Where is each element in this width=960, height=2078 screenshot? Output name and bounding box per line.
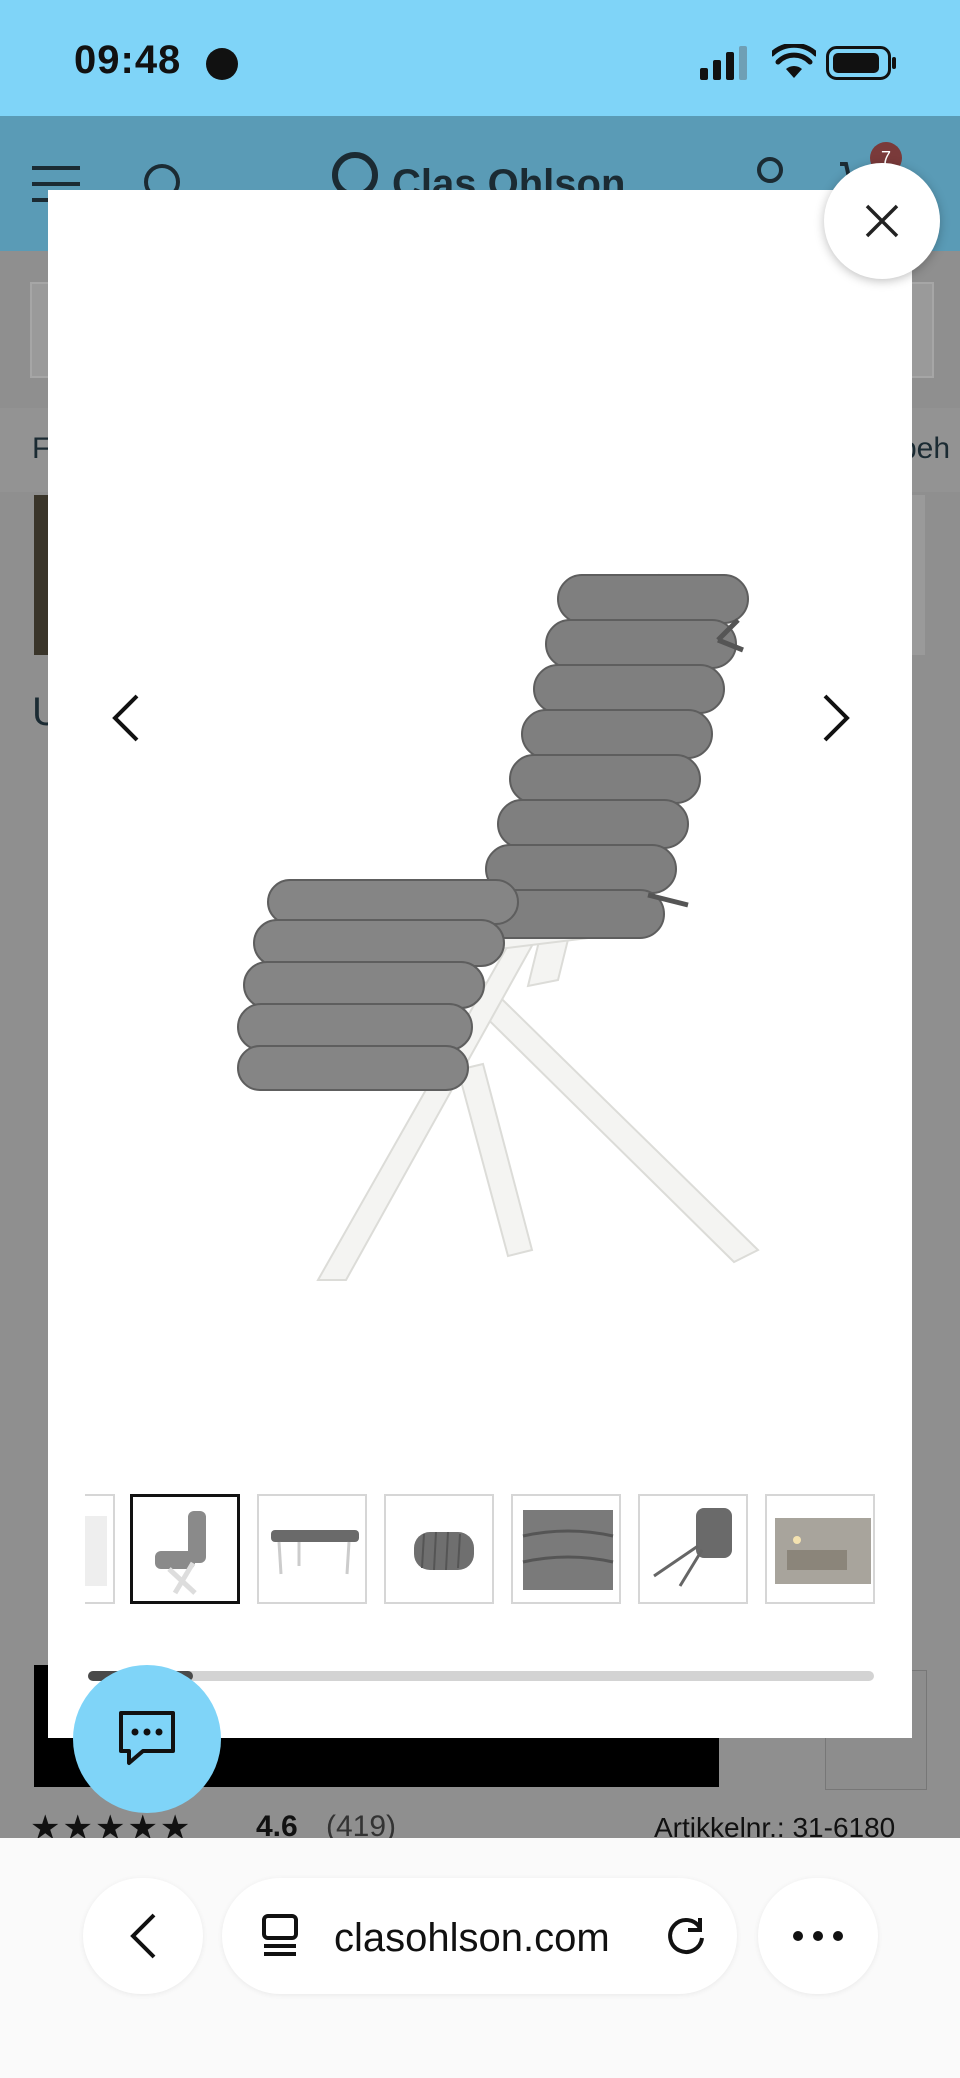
- thumbnail-lifestyle-scene: [775, 1518, 871, 1584]
- previous-image-button[interactable]: [96, 678, 156, 758]
- recording-indicator-icon: [206, 48, 238, 80]
- url-text: clasohlson.com: [334, 1916, 610, 1960]
- browser-back-button[interactable]: [83, 1878, 203, 1994]
- browser-more-button[interactable]: [758, 1878, 878, 1994]
- chat-button[interactable]: [73, 1665, 221, 1813]
- gallery-scrollbar[interactable]: [88, 1671, 874, 1681]
- close-icon: [865, 204, 899, 238]
- thumbnail-rolled-cushion: [414, 1531, 474, 1571]
- chevron-left-icon: [112, 694, 139, 742]
- wifi-icon: [772, 44, 816, 78]
- thumbnail-strip[interactable]: [85, 1494, 875, 1608]
- thumbnail-chair-partial: [85, 1516, 107, 1586]
- back-icon: [130, 1913, 156, 1959]
- product-main-image[interactable]: [198, 350, 848, 1380]
- clock: 09:48: [74, 38, 182, 82]
- status-bar: 09:48: [0, 0, 960, 116]
- thumbnail-item[interactable]: [85, 1494, 115, 1604]
- thumbnail-item[interactable]: [638, 1494, 748, 1604]
- reload-icon[interactable]: [664, 1914, 708, 1958]
- thumbnail-item[interactable]: [257, 1494, 367, 1604]
- cellular-signal-icon: [700, 46, 747, 80]
- more-icon: [793, 1931, 843, 1941]
- chevron-right-icon: [823, 694, 850, 742]
- close-button[interactable]: [824, 163, 940, 279]
- battery-icon: [826, 46, 896, 80]
- thumbnail-item[interactable]: [765, 1494, 875, 1604]
- tabs-icon: [262, 1914, 298, 1956]
- thumbnail-chair-with-cushion: [155, 1511, 206, 1595]
- thumbnail-bench-with-cushion: [271, 1530, 359, 1575]
- thumbnail-item[interactable]: [384, 1494, 494, 1604]
- thumbnail-item[interactable]: [511, 1494, 621, 1604]
- address-bar[interactable]: clasohlson.com: [222, 1878, 737, 1994]
- next-image-button[interactable]: [806, 678, 866, 758]
- thumbnail-cushion-ties: [653, 1508, 732, 1587]
- thumbnail-cushion-detail: [522, 1510, 614, 1590]
- chat-icon: [119, 1711, 175, 1765]
- thumbnail-item-active[interactable]: [130, 1494, 240, 1604]
